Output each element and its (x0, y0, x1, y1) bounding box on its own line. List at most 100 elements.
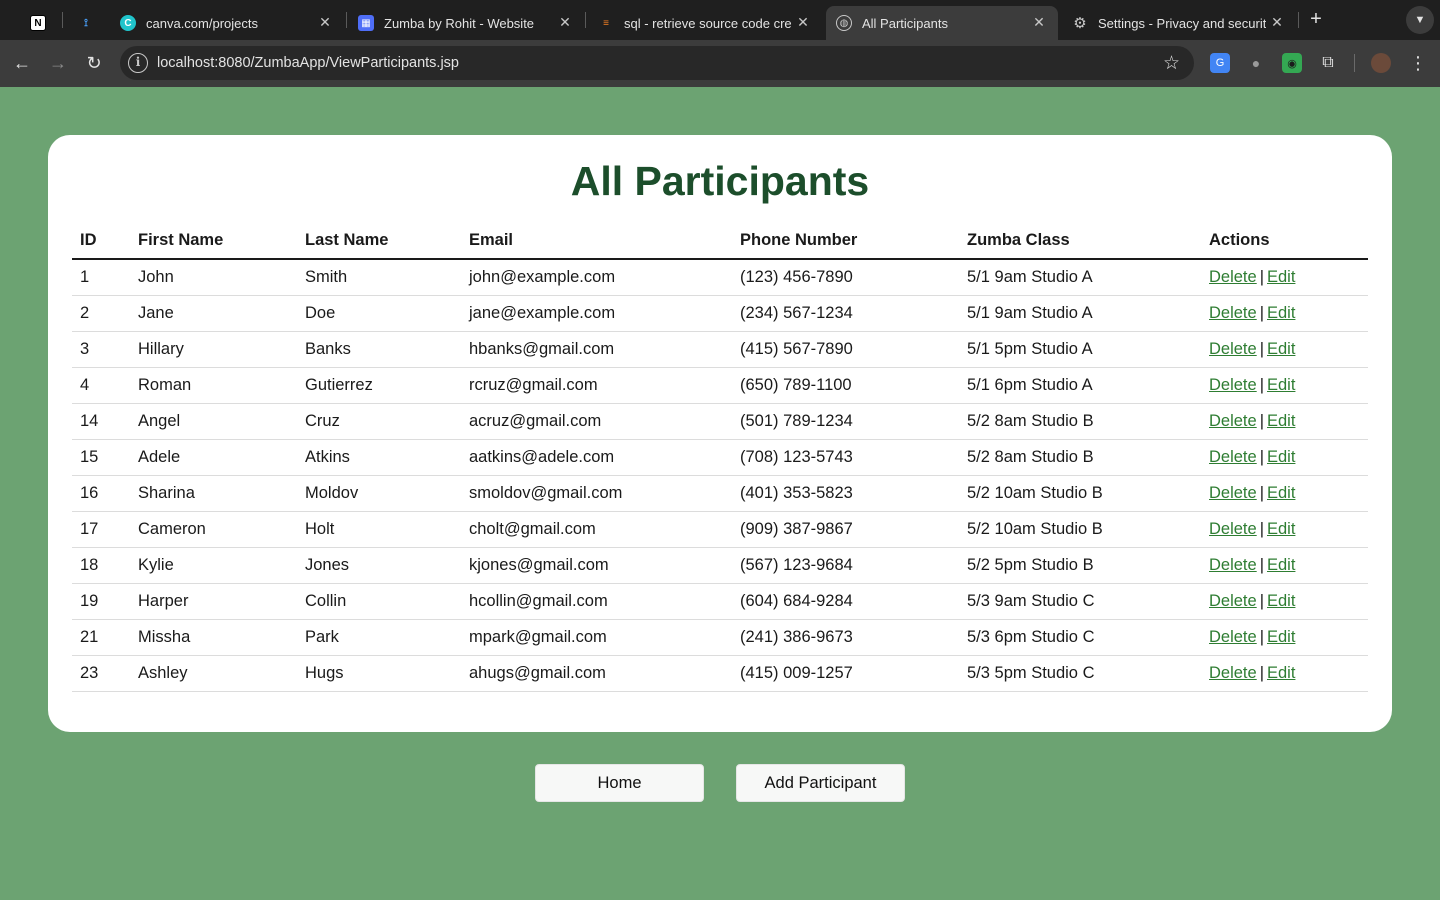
cell-last-name: Doe (297, 295, 461, 332)
cell-zumba-class: 5/1 6pm Studio A (959, 367, 1201, 404)
cell-actions: Delete | Edit (1201, 475, 1368, 512)
cell-phone: (415) 567-7890 (732, 331, 959, 368)
column-header-id: ID (72, 222, 130, 260)
edit-link[interactable]: Edit (1267, 376, 1295, 394)
home-button[interactable]: Home (535, 764, 704, 802)
edit-link[interactable]: Edit (1267, 664, 1295, 682)
action-separator: | (1259, 411, 1264, 430)
action-separator: | (1259, 591, 1264, 610)
column-header-phone: Phone Number (732, 222, 959, 260)
cell-id: 23 (72, 655, 130, 692)
cell-phone: (123) 456-7890 (732, 259, 959, 296)
delete-link[interactable]: Delete (1209, 556, 1257, 574)
delete-link[interactable]: Delete (1209, 304, 1257, 322)
cell-actions: Delete | Edit (1201, 403, 1368, 440)
edit-link[interactable]: Edit (1267, 520, 1295, 538)
frog-extension-icon[interactable]: ◉ (1282, 53, 1302, 73)
table-row: 18 Kylie Jones kjones@gmail.com (567) 123-96… (72, 547, 1368, 584)
cell-id: 1 (72, 259, 130, 296)
cell-phone: (708) 123-5743 (732, 439, 959, 476)
edit-link[interactable]: Edit (1267, 268, 1295, 286)
delete-link[interactable]: Delete (1209, 376, 1257, 394)
cell-id: 15 (72, 439, 130, 476)
table-row: 4 Roman Gutierrez rcruz@gmail.com (650) 789-… (72, 367, 1368, 404)
tab-settings[interactable]: ⚙ Settings - Privacy and securit ✕ (1062, 6, 1296, 40)
profile-avatar[interactable] (1371, 53, 1391, 73)
close-icon[interactable]: ✕ (556, 14, 574, 31)
close-icon[interactable]: ✕ (1030, 14, 1048, 31)
tab-canva[interactable]: C canva.com/projects ✕ (108, 6, 344, 40)
edit-link[interactable]: Edit (1267, 340, 1295, 358)
table-row: 2 Jane Doe jane@example.com (234) 567-1234 5/… (72, 295, 1368, 332)
globe-icon: ◍ (836, 15, 852, 31)
cell-email: john@example.com (461, 259, 732, 296)
edit-link[interactable]: Edit (1267, 448, 1295, 466)
cell-first-name: Angel (130, 403, 297, 440)
tab-zumba-website[interactable]: ▦ Zumba by Rohit - Website ✕ (346, 6, 584, 40)
delete-link[interactable]: Delete (1209, 664, 1257, 682)
google-translate-icon[interactable]: G (1210, 53, 1230, 73)
cell-last-name: Banks (297, 331, 461, 368)
new-tab-button[interactable]: + (1305, 8, 1327, 30)
address-bar[interactable]: i localhost:8080/ZumbaApp/ViewParticipan… (120, 46, 1194, 80)
cell-last-name: Cruz (297, 403, 461, 440)
edit-link[interactable]: Edit (1267, 592, 1295, 610)
cell-email: ahugs@gmail.com (461, 655, 732, 692)
cell-phone: (604) 684-9284 (732, 583, 959, 620)
edit-link[interactable]: Edit (1267, 556, 1295, 574)
delete-link[interactable]: Delete (1209, 448, 1257, 466)
site-info-icon[interactable]: i (128, 53, 148, 73)
column-header-first-name: First Name (130, 222, 297, 260)
close-icon[interactable]: ✕ (316, 14, 334, 31)
cell-actions: Delete | Edit (1201, 367, 1368, 404)
delete-link[interactable]: Delete (1209, 412, 1257, 430)
tab-stackoverflow[interactable]: ≡ sql - retrieve source code cre ✕ (586, 6, 822, 40)
cell-phone: (909) 387-9867 (732, 511, 959, 548)
table-row: 3 Hillary Banks hbanks@gmail.com (415) 567-7… (72, 331, 1368, 368)
bookmark-star-icon[interactable]: ☆ (1163, 52, 1180, 75)
tab-notion[interactable]: N (18, 6, 62, 40)
extensions-puzzle-icon[interactable]: ⧉ (1318, 53, 1338, 73)
gear-icon: ⚙ (1073, 15, 1087, 32)
cell-zumba-class: 5/3 5pm Studio C (959, 655, 1201, 692)
tab-search-chevron-icon[interactable]: ▼ (1406, 6, 1434, 34)
tab-all-participants[interactable]: ◍ All Participants ✕ (826, 6, 1058, 40)
add-participant-button[interactable]: Add Participant (736, 764, 905, 802)
delete-link[interactable]: Delete (1209, 340, 1257, 358)
table-row: 16 Sharina Moldov smoldov@gmail.com (401) 35… (72, 475, 1368, 512)
cell-first-name: Roman (130, 367, 297, 404)
cell-id: 21 (72, 619, 130, 656)
table-row: 17 Cameron Holt cholt@gmail.com (909) 387-98… (72, 511, 1368, 548)
cell-actions: Delete | Edit (1201, 655, 1368, 692)
cell-last-name: Jones (297, 547, 461, 584)
delete-link[interactable]: Delete (1209, 592, 1257, 610)
forward-arrow-icon[interactable]: → (46, 51, 70, 75)
menu-kebab-icon[interactable]: ⋮ (1406, 51, 1430, 75)
delete-link[interactable]: Delete (1209, 484, 1257, 502)
cell-email: smoldov@gmail.com (461, 475, 732, 512)
close-icon[interactable]: ✕ (794, 14, 812, 31)
delete-link[interactable]: Delete (1209, 628, 1257, 646)
tab-separator (62, 12, 63, 28)
edit-link[interactable]: Edit (1267, 628, 1295, 646)
url-text[interactable]: localhost:8080/ZumbaApp/ViewParticipants… (157, 55, 459, 71)
cell-first-name: Hillary (130, 331, 297, 368)
cell-zumba-class: 5/3 6pm Studio C (959, 619, 1201, 656)
edit-link[interactable]: Edit (1267, 412, 1295, 430)
tab-pinned-app[interactable]: ⟟ (64, 6, 108, 40)
action-separator: | (1259, 519, 1264, 538)
extension-mouse-icon[interactable]: ● (1246, 53, 1266, 73)
close-icon[interactable]: ✕ (1268, 14, 1286, 31)
page-title: All Participants (570, 158, 870, 204)
cell-last-name: Collin (297, 583, 461, 620)
delete-link[interactable]: Delete (1209, 520, 1257, 538)
edit-link[interactable]: Edit (1267, 304, 1295, 322)
cell-email: jane@example.com (461, 295, 732, 332)
participants-table: ID First Name Last Name Email Phone Numb… (72, 222, 1368, 692)
back-arrow-icon[interactable]: ← (10, 51, 34, 75)
reload-icon[interactable]: ↻ (82, 51, 106, 75)
tab-title: Settings - Privacy and securit (1098, 15, 1267, 31)
delete-link[interactable]: Delete (1209, 268, 1257, 286)
action-separator: | (1259, 663, 1264, 682)
edit-link[interactable]: Edit (1267, 484, 1295, 502)
